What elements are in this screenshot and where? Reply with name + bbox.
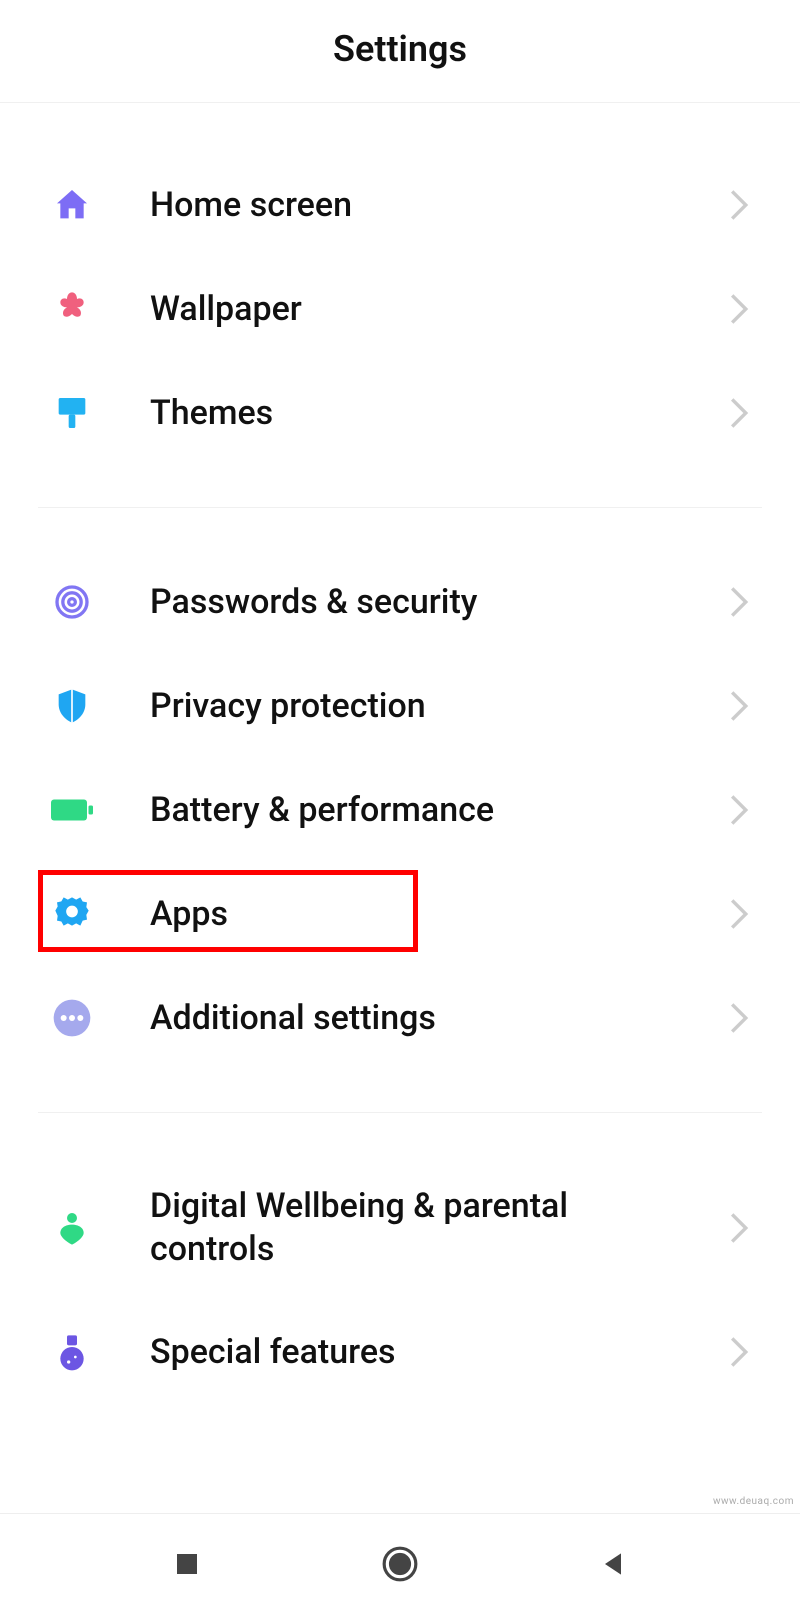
dots-icon (50, 996, 94, 1040)
settings-item-themes[interactable]: Themes (0, 361, 800, 465)
settings-item-label: Home screen (150, 184, 728, 227)
settings-group: Passwords & security Privacy protection … (0, 508, 800, 1112)
settings-item-label: Wallpaper (150, 288, 728, 331)
home-button[interactable] (360, 1524, 440, 1604)
chevron-right-icon (728, 1335, 750, 1369)
settings-item-special-features[interactable]: Special features (0, 1300, 800, 1404)
watermark: www.deuaq.com (713, 1496, 794, 1507)
settings-item-label: Additional settings (150, 997, 728, 1040)
settings-item-apps[interactable]: Apps (0, 862, 800, 966)
page-title: Settings (0, 28, 800, 70)
chevron-right-icon (728, 689, 750, 723)
chevron-right-icon (728, 1001, 750, 1035)
settings-item-digital-wellbeing[interactable]: Digital Wellbeing & parental controls (0, 1155, 800, 1300)
settings-item-label: Themes (150, 392, 728, 435)
wellbeing-icon (50, 1206, 94, 1250)
settings-group: Home screen Wallpaper Themes (0, 103, 800, 507)
settings-item-label: Passwords & security (150, 581, 728, 624)
brush-icon (50, 391, 94, 435)
settings-item-passwords-security[interactable]: Passwords & security (0, 550, 800, 654)
settings-item-wallpaper[interactable]: Wallpaper (0, 257, 800, 361)
recent-apps-button[interactable] (147, 1524, 227, 1604)
settings-item-label: Special features (150, 1331, 728, 1374)
settings-item-battery-performance[interactable]: Battery & performance (0, 758, 800, 862)
settings-item-home-screen[interactable]: Home screen (0, 153, 800, 257)
fingerprint-icon (50, 580, 94, 624)
header: Settings (0, 0, 800, 103)
chevron-right-icon (728, 897, 750, 931)
settings-item-label: Apps (150, 893, 728, 936)
chevron-right-icon (728, 292, 750, 326)
chevron-right-icon (728, 793, 750, 827)
settings-list: Home screen Wallpaper Themes (0, 103, 800, 1513)
back-button[interactable] (573, 1524, 653, 1604)
settings-group: Digital Wellbeing & parental controls Sp… (0, 1113, 800, 1446)
battery-icon (50, 788, 94, 832)
flask-icon (50, 1330, 94, 1374)
chevron-right-icon (728, 585, 750, 619)
chevron-right-icon (728, 1211, 750, 1245)
chevron-right-icon (728, 396, 750, 430)
settings-item-label: Battery & performance (150, 789, 728, 832)
home-icon (50, 183, 94, 227)
navigation-bar (0, 1513, 800, 1613)
chevron-right-icon (728, 188, 750, 222)
settings-item-privacy-protection[interactable]: Privacy protection (0, 654, 800, 758)
settings-item-label: Digital Wellbeing & parental controls (150, 1185, 728, 1270)
settings-item-label: Privacy protection (150, 685, 728, 728)
shield-icon (50, 684, 94, 728)
gear-icon (50, 892, 94, 936)
flower-icon (50, 287, 94, 331)
settings-item-additional-settings[interactable]: Additional settings (0, 966, 800, 1070)
